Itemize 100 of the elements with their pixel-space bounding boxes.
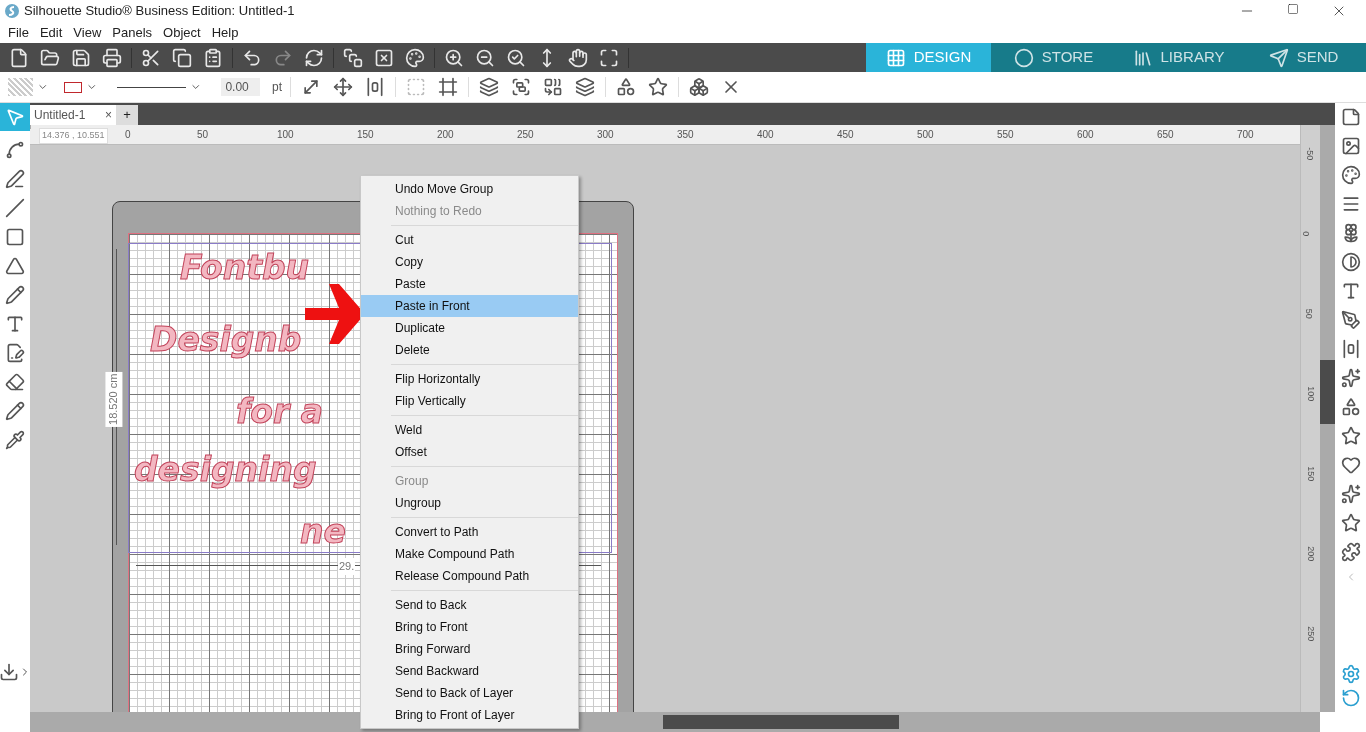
menu-item[interactable]: File — [4, 22, 33, 43]
context-menu-item[interactable]: Copy — [361, 251, 578, 273]
context-menu-item[interactable]: Flip Vertically — [361, 390, 578, 412]
align-icon[interactable] — [365, 77, 385, 97]
refresh-icon[interactable] — [304, 47, 324, 68]
add-tab-button[interactable]: + — [116, 105, 138, 125]
eraser-icon[interactable] — [5, 372, 25, 392]
ruler-label: 250 — [517, 128, 534, 142]
save-icon[interactable] — [71, 47, 91, 68]
text-icon[interactable] — [5, 314, 25, 334]
palette-icon[interactable] — [1340, 165, 1361, 185]
clipboard-icon[interactable] — [203, 47, 223, 68]
context-menu-item[interactable]: Delete — [361, 339, 578, 361]
dots-icon[interactable] — [1340, 484, 1361, 504]
diagonal-arrow-icon[interactable] — [301, 77, 321, 97]
deselect-icon[interactable] — [374, 47, 394, 68]
library-download-icon[interactable] — [0, 662, 19, 682]
context-menu-item[interactable]: Ungroup — [361, 492, 578, 514]
document-tab[interactable]: Untitled-1 × — [30, 105, 116, 125]
group-icon[interactable] — [511, 77, 531, 97]
ruler-label: 150 — [1305, 466, 1318, 482]
select-all-icon[interactable] — [343, 47, 363, 68]
sparkle-icon[interactable] — [1340, 368, 1361, 388]
ruler-label: 350 — [677, 128, 694, 142]
pen-icon[interactable] — [1340, 310, 1361, 330]
boxes-icon[interactable] — [689, 77, 709, 97]
context-menu-item[interactable]: Duplicate — [361, 317, 578, 339]
context-menu-item[interactable]: Make Compound Path — [361, 543, 578, 565]
context-menu-item[interactable]: Send to Back — [361, 594, 578, 616]
context-menu-item[interactable]: Send to Back of Layer — [361, 682, 578, 704]
nav-tab[interactable]: SEND — [1241, 43, 1366, 72]
menu-item[interactable]: Edit — [35, 22, 67, 43]
menu-item[interactable]: Object — [159, 22, 205, 43]
context-menu-item[interactable]: Bring Forward — [361, 638, 578, 660]
line-width-field[interactable]: 0.00 — [221, 78, 260, 96]
nav-tab[interactable]: LIBRARY — [1116, 43, 1241, 72]
context-menu-item[interactable]: Bring to Front of Layer — [361, 704, 578, 726]
combine-icon[interactable] — [543, 77, 563, 97]
redo-icon[interactable] — [273, 47, 293, 68]
printer-icon[interactable] — [102, 47, 122, 68]
layers-icon[interactable] — [479, 77, 499, 97]
star-icon[interactable] — [648, 77, 668, 97]
zoom-select-icon[interactable] — [506, 47, 526, 68]
sketch-icon[interactable] — [5, 343, 25, 363]
menu-item[interactable]: Help — [207, 22, 243, 43]
curve-icon[interactable] — [5, 140, 25, 160]
nav-tab[interactable]: STORE — [991, 43, 1116, 72]
line-style-preview[interactable] — [117, 86, 186, 88]
context-menu-item[interactable]: Paste in Front — [361, 295, 578, 317]
triangle-icon[interactable] — [5, 256, 25, 276]
new-file-icon[interactable] — [9, 47, 29, 68]
contrast-icon[interactable] — [1340, 252, 1361, 272]
rectangle-icon[interactable] — [5, 227, 25, 247]
copy-icon[interactable] — [172, 47, 192, 68]
line-color-swatch[interactable] — [64, 81, 82, 93]
context-menu-item[interactable]: Convert to Path — [361, 521, 578, 543]
shapes-icon[interactable] — [616, 77, 636, 97]
star-icon[interactable] — [1340, 513, 1361, 533]
fill-pattern-swatch[interactable] — [8, 78, 33, 96]
pen-icon[interactable] — [5, 169, 25, 189]
scrollbar-thumb[interactable] — [1320, 360, 1335, 424]
knife-icon[interactable] — [5, 401, 25, 421]
context-menu-item[interactable]: Send Backward — [361, 660, 578, 682]
context-menu-item[interactable]: Bring to Front — [361, 616, 578, 638]
star-icon[interactable] — [1340, 426, 1361, 446]
menu-item[interactable]: View — [69, 22, 106, 43]
context-menu-item[interactable]: Undo Move Group — [361, 178, 578, 200]
zoom-in-icon[interactable] — [444, 47, 464, 68]
undo-icon[interactable] — [242, 47, 262, 68]
scissors-icon[interactable] — [141, 47, 161, 68]
tab-close-button[interactable]: × — [105, 106, 112, 124]
context-menu-item[interactable]: Paste — [361, 273, 578, 295]
zoom-out-icon[interactable] — [475, 47, 495, 68]
menu-item[interactable]: Panels — [108, 22, 157, 43]
heart-icon[interactable] — [1340, 455, 1361, 475]
layers-icon[interactable] — [575, 77, 595, 97]
sync-icon[interactable] — [1340, 688, 1361, 708]
move-icon[interactable] — [333, 77, 353, 97]
line-icon[interactable] — [5, 198, 25, 218]
tab-label: Untitled-1 — [34, 107, 86, 124]
eyedropper-icon[interactable] — [5, 430, 25, 450]
puzzle-icon[interactable] — [1340, 542, 1361, 562]
folder-icon[interactable] — [40, 47, 60, 68]
pencil-icon[interactable] — [5, 285, 25, 305]
context-menu-item[interactable]: Flip Horizontally — [361, 368, 578, 390]
fit-page-icon[interactable] — [599, 47, 619, 68]
context-menu-item[interactable]: Offset — [361, 441, 578, 463]
shapes-icon[interactable] — [1340, 397, 1361, 417]
app-logo-icon — [4, 3, 20, 19]
context-menu-item[interactable]: Weld — [361, 419, 578, 441]
scrollbar-thumb[interactable] — [663, 715, 899, 729]
ruler-label: 400 — [757, 128, 774, 142]
frame-icon[interactable] — [438, 77, 458, 97]
page-icon[interactable] — [1340, 107, 1361, 127]
image-icon[interactable] — [1340, 136, 1361, 156]
hand-icon[interactable] — [568, 47, 588, 68]
settings-icon[interactable] — [1340, 664, 1361, 684]
vertical-scrollbar[interactable] — [1320, 125, 1335, 712]
context-menu-item[interactable]: Cut — [361, 229, 578, 251]
context-menu-item[interactable]: Release Compound Path — [361, 565, 578, 587]
